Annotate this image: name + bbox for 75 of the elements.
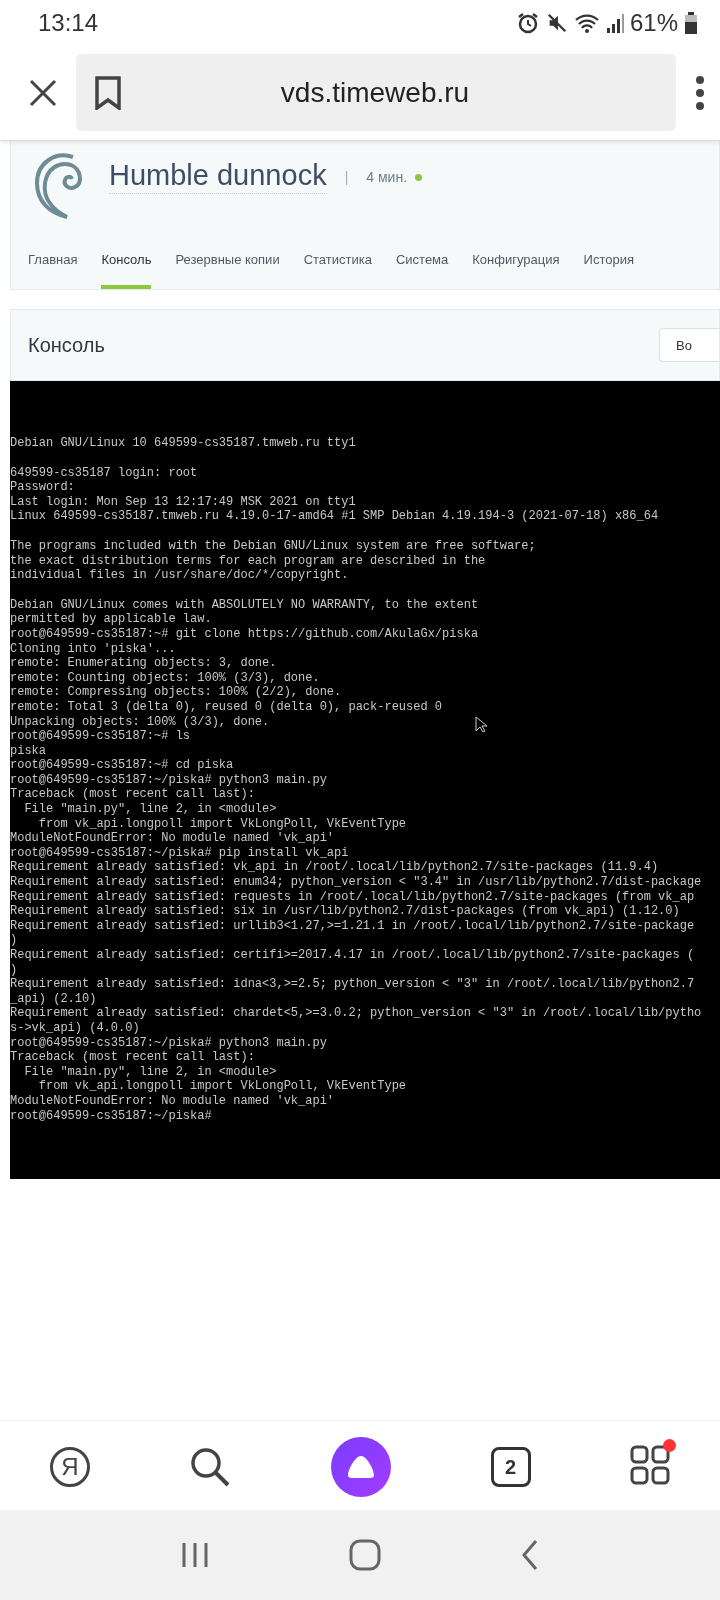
terminal-line: File "main.py", line 2, in <module> (23, 1064, 277, 1080)
battery-icon (684, 10, 698, 35)
terminal-line: _api) (2.10) (10, 991, 97, 1007)
terminal-line: from vk_api.longpoll import VkLongPoll, VkEventType (37, 1079, 407, 1094)
terminal-line: ) (10, 962, 18, 978)
terminal-line: remote: Total 3 (delta 0), reused 0 (delta 0), pack-reused 0 (10, 699, 443, 715)
signal-icon (605, 11, 624, 34)
terminal-line: Traceback (most recent call last): (10, 1050, 255, 1065)
terminal-line: Requirement already satisfied: six in /usr/lib/python2.7/dist-packages (from vk_api) (1.12.0) (10, 904, 680, 919)
terminal-line: ModuleNotFoundError: No module named 'vk_api' (10, 1093, 335, 1109)
terminal-line: Requirement already satisfied: vk_api in /root/.local/lib/python2.7/site-packages (11.9.4) (10, 860, 659, 876)
more-icon[interactable] (694, 74, 706, 111)
close-icon[interactable] (28, 77, 58, 108)
terminal-line: root@649599-cs35187:~/piska# python3 main.py (10, 1035, 327, 1051)
terminal-line: 649599-cs35187 login: root (10, 465, 198, 481)
status-time: 13:14 (38, 8, 100, 37)
terminal-line: Debian GNU/Linux comes with ABSOLUTELY NO WARRANTY, to the extent (10, 597, 479, 613)
server-name[interactable]: Humble dunnock (109, 157, 327, 194)
uptime-text: 4 мин. (366, 169, 408, 185)
terminal-line: File "main.py", line 2, in <module> (23, 802, 277, 817)
terminal-line: root@649599-cs35187:~# ls (10, 729, 191, 744)
terminal-line: Requirement already satisfied: urllib3<1.27,>=1.21.1 in /root/.local/lib/python2.7/site-package (10, 918, 695, 934)
terminal-line: Requirement already satisfied: idna<3,>=2.5; python_version < "3" in /root/.local/lib/python2.7 (10, 977, 695, 992)
terminal-line: Password: (10, 480, 75, 495)
terminal-line: s->vk_api) (4.0.0) (10, 1020, 140, 1036)
terminal-screen[interactable] (10, 381, 720, 1179)
terminal-line: Cloning into 'piska'... (10, 641, 176, 657)
terminal-line: permitted by applicable law. (10, 612, 212, 627)
terminal-line: Linux 649599-cs35187.tmweb.ru 4.19.0-17-amd64 #1 SMP Debian 4.19.194-3 (2021-07-18) x86_64 (10, 509, 659, 524)
apps-grid-icon[interactable] (630, 1445, 671, 1485)
terminal-line: Unpacking objects: 100% (3/3), done. (10, 714, 270, 730)
terminal-line: The programs included with the Debian GNU/Linux system are free software; (10, 538, 536, 554)
voice-assistant-icon (346, 1454, 376, 1480)
bookmark-icon[interactable] (94, 75, 122, 110)
address-bar[interactable]: vds.timeweb.ru (76, 54, 676, 131)
mute-icon (545, 11, 568, 34)
console-title: Консоль (28, 333, 106, 357)
terminal-line: piska (10, 743, 46, 759)
browser-logo[interactable]: Я (49, 1447, 90, 1487)
nav-tab[interactable]: Консоль (101, 246, 152, 289)
home-icon[interactable] (349, 1539, 381, 1571)
separator: | (344, 169, 349, 185)
terminal-line: Last login: Mon Sep 13 12:17:49 MSK 2021 on tty1 (10, 494, 356, 510)
terminal-line: Debian GNU/Linux 10 649599-cs35187.tmweb.ru tty1 (10, 436, 356, 451)
battery-percent: 61% (629, 8, 678, 37)
url-text: vds.timeweb.ru (279, 76, 471, 109)
terminal-line: individual files in /usr/share/doc/*/copyright. (10, 568, 349, 583)
tab-count[interactable]: 2 (490, 1447, 531, 1487)
nav-tab[interactable]: Главная (28, 246, 78, 289)
terminal-line: Traceback (most recent call last): (10, 787, 255, 803)
terminal-line: Requirement already satisfied: certifi>=2017.4.17 in /root/.local/lib/python2.7/site-packages ( (10, 948, 695, 963)
terminal-line: remote: Counting objects: 100% (3/3), done. (10, 670, 320, 686)
terminal-line: remote: Enumerating objects: 3, done. (10, 656, 277, 671)
terminal-line: the exact distribution terms for each program are described in the (10, 553, 486, 569)
terminal-line: root@649599-cs35187:~# cd piska (10, 758, 234, 773)
nav-tab[interactable]: Система (395, 246, 449, 289)
terminal-line: Requirement already satisfied: chardet<5,>=3.0.2; python_version < "3" in /root/.local/lib/pytho (10, 1006, 702, 1021)
terminal-line: remote: Compressing objects: 100% (2/2), done. (10, 685, 342, 700)
terminal-line: root@649599-cs35187:~/piska# python3 main.py (10, 772, 327, 788)
console-button[interactable]: Во (659, 328, 719, 362)
assistant-button[interactable] (331, 1437, 391, 1497)
terminal-line: root@649599-cs35187:~/piska# pip install vk_api (10, 845, 349, 861)
nav-tab[interactable]: Конфигурация (472, 246, 560, 289)
terminal-line: root@649599-cs35187:~# git clone https://github.com/AkulaGx/piska (10, 626, 479, 642)
terminal-line: Requirement already satisfied: requests in /root/.local/lib/python2.7/site-packages (from vk_ap (10, 889, 695, 905)
terminal-line: root@649599-cs35187:~/piska# (10, 1108, 212, 1124)
terminal-line: Requirement already satisfied: enum34; python_version < "3.4" in /usr/lib/python2.7/dist-package (10, 875, 702, 890)
search-icon[interactable] (189, 1446, 232, 1488)
nav-tab[interactable]: История (583, 246, 634, 289)
terminal-line: ModuleNotFoundError: No module named 'vk_api' (10, 831, 335, 846)
terminal-line: from vk_api.longpoll import VkLongPoll, VkEventType (37, 816, 407, 832)
terminal-line: ) (10, 933, 18, 948)
nav-tab[interactable]: Резервные копии (175, 246, 280, 289)
nav-tab[interactable]: Статистика (303, 246, 372, 289)
mouse-pointer-icon (475, 716, 487, 733)
